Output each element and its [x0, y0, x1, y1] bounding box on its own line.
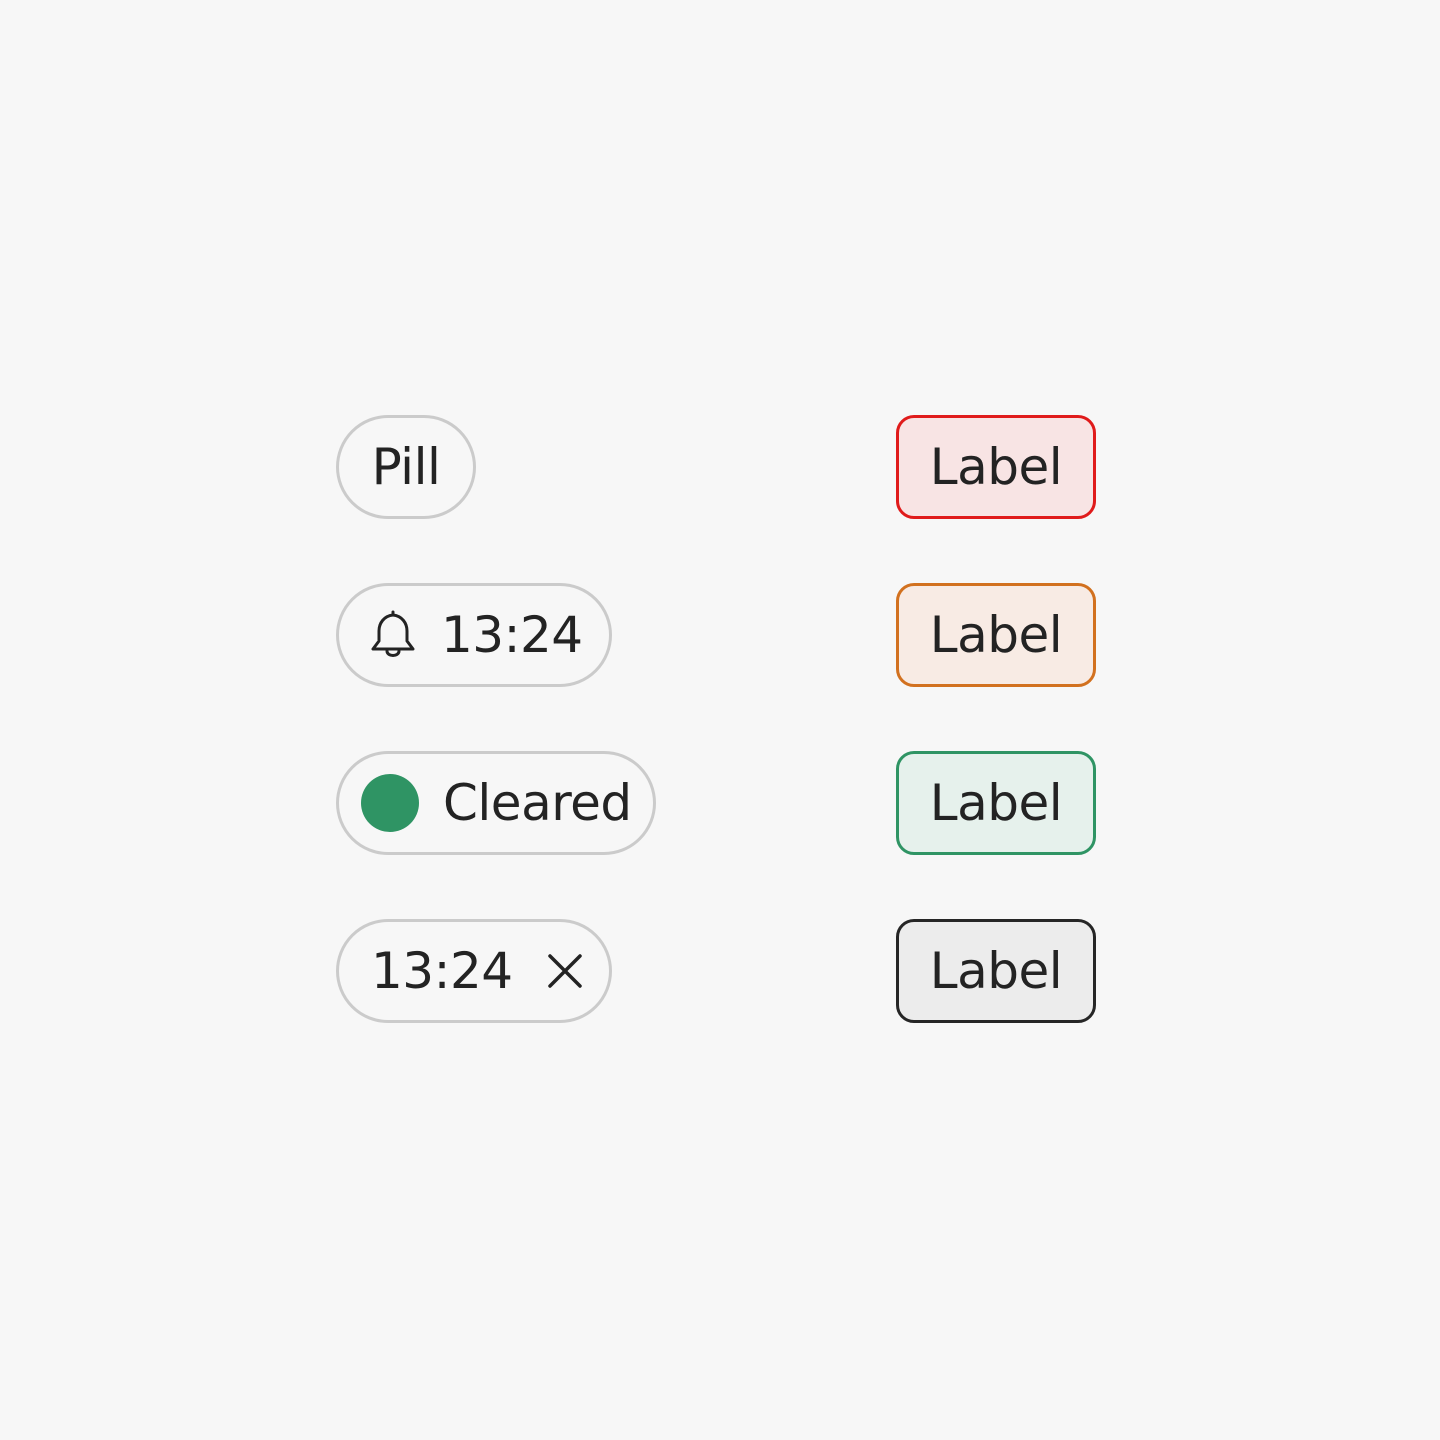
pill-plain[interactable]: Pill	[336, 415, 476, 519]
pill-reminder[interactable]: 13:24	[336, 583, 612, 687]
close-icon[interactable]	[545, 951, 585, 991]
pill-dismissible-time: 13:24	[371, 942, 513, 1000]
label-neutral-text: Label	[929, 942, 1063, 1000]
pill-dismissible[interactable]: 13:24	[336, 919, 612, 1023]
pill-status[interactable]: Cleared	[336, 751, 656, 855]
pill-reminder-time: 13:24	[441, 606, 583, 664]
label-neutral: Label	[896, 919, 1096, 1023]
pill-status-text: Cleared	[443, 774, 632, 832]
bell-icon	[371, 610, 415, 657]
label-warning: Label	[896, 583, 1096, 687]
label-danger: Label	[896, 415, 1096, 519]
pill-plain-text: Pill	[371, 438, 441, 496]
status-dot	[361, 774, 419, 832]
label-warning-text: Label	[929, 606, 1063, 664]
label-success: Label	[896, 751, 1096, 855]
label-danger-text: Label	[929, 438, 1063, 496]
label-success-text: Label	[929, 774, 1063, 832]
